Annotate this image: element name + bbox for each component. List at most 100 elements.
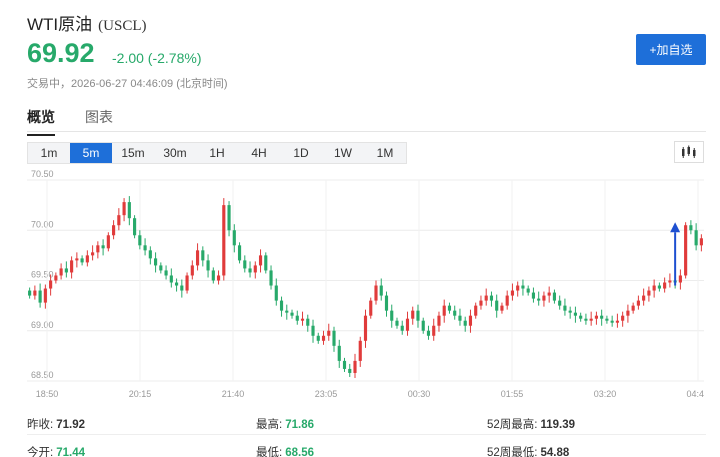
candle-body [657,285,661,289]
candle-body [594,315,598,319]
add-watchlist-button[interactable]: +加自选 [636,34,706,65]
candle-body [668,280,672,283]
candle-body [521,285,525,289]
candle-body [547,292,551,296]
candle-body [647,290,651,296]
price-change: -2.00 (-2.78%) [112,50,202,66]
candle-body [416,310,420,321]
candle-body [652,285,656,291]
candle-body [474,305,478,316]
candle-body [300,318,305,321]
candle-body [96,245,100,253]
candle-body [49,280,53,289]
period-5m[interactable]: 5m [70,143,112,163]
candle-body [642,295,646,301]
stat-prev-close: 昨收: 71.92 [27,419,85,431]
candle-body [353,360,357,373]
instrument-name: WTI原油 [27,15,93,34]
period-4h[interactable]: 4H [238,143,280,163]
candle-body [421,320,425,331]
trading-status: 交易中，2026-06-27 04:46:09 (北京时间) [27,78,228,90]
x-tick-label: 20:15 [129,389,152,399]
candle-body [211,270,215,281]
candle-body [143,245,147,251]
candle-body [552,292,557,301]
candle-body [327,330,331,336]
y-tick-label: 69.00 [31,320,54,330]
instrument-code: (USCL) [98,18,147,34]
candle-body [699,238,703,246]
candle-body [306,318,310,326]
candle-body [290,312,294,316]
candle-body [479,300,483,306]
candle-body [400,325,404,331]
period-1m[interactable]: 1m [28,143,70,163]
candle-body [468,315,473,326]
candle-body [227,205,231,231]
candle-body [164,270,168,276]
candle-body [342,360,347,369]
candlestick-icon [682,145,696,158]
candle-body [248,268,252,273]
x-tick-label: 18:50 [36,389,59,399]
y-tick-label: 68.50 [31,370,54,380]
candle-body [64,268,68,273]
candle-body [148,250,152,259]
candle-body [70,260,74,273]
candle-body [348,368,352,373]
candle-body [600,315,604,319]
candle-body [395,320,399,326]
candle-body [537,298,541,301]
x-tick-label: 03:20 [594,389,617,399]
candle-body [264,255,268,271]
x-tick-label: 01:55 [501,389,524,399]
candle-body [363,315,368,341]
stat-low: 最低: 68.56 [256,447,314,457]
candle-body [542,295,546,301]
x-tick-label: 00:30 [408,389,431,399]
x-tick-label: 23:05 [315,389,338,399]
candle-body [243,260,247,269]
period-1mo[interactable]: 1M [364,143,406,163]
candle-body [615,320,619,323]
period-15m[interactable]: 15m [112,143,154,163]
candle-body [453,310,457,316]
period-30m[interactable]: 30m [154,143,196,163]
candle-body [106,235,110,249]
candle-body [510,290,515,296]
period-1w[interactable]: 1W [322,143,364,163]
chart-type-button[interactable] [674,141,704,163]
candle-body [505,295,509,306]
candle-body [75,258,79,261]
candle-body [568,310,572,313]
candle-body [101,245,105,249]
candle-body [122,202,126,216]
candle-body [516,285,520,291]
candle-body [610,320,614,323]
candle-body [253,265,257,273]
candle-body [54,275,58,281]
candle-body [694,230,698,246]
candle-body [621,315,625,321]
candle-body [28,290,32,296]
candle-body [684,225,688,276]
candle-body [43,288,47,303]
candle-body [321,335,326,341]
candle-body [374,285,378,301]
instrument-title: WTI原油 (USCL) [27,10,147,35]
candle-body [489,295,494,301]
candle-body [185,275,189,291]
candle-body [216,275,221,281]
trend-arrow-head [670,222,681,233]
price-chart[interactable]: 70.5070.0069.5069.0068.5018:50 20:15 21:40… [27,168,710,403]
candle-body [484,295,488,301]
period-1d[interactable]: 1D [280,143,322,163]
candle-body [458,315,462,321]
candle-body [316,335,320,341]
candle-body [38,290,42,303]
tab-divider [27,131,706,132]
candle-body [636,300,640,306]
candle-body [274,285,278,301]
period-1h[interactable]: 1H [196,143,238,163]
candle-body [190,265,194,276]
